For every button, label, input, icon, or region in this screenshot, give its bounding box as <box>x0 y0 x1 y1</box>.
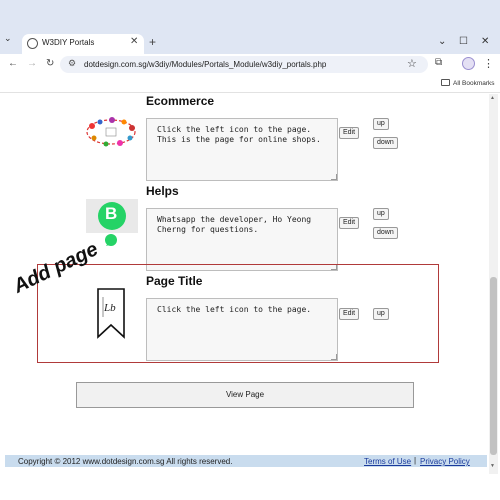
profile-avatar[interactable] <box>462 57 475 70</box>
footer-separator: | <box>414 456 417 465</box>
terms-link[interactable]: Terms of Use <box>364 457 411 466</box>
section-title-helps: Helps <box>146 184 179 198</box>
down-button[interactable]: down <box>373 137 398 149</box>
down-button[interactable]: down <box>373 227 398 239</box>
edit-button[interactable]: Edit <box>339 217 360 229</box>
up-button[interactable]: up <box>373 308 389 320</box>
edit-button[interactable]: Edit <box>339 308 360 320</box>
resize-grip-icon[interactable] <box>331 354 337 360</box>
folder-icon[interactable] <box>441 79 450 86</box>
site-info-icon[interactable]: ⚙ <box>68 58 76 69</box>
tab-strip <box>0 0 500 34</box>
minimize-icon[interactable]: ⌄ <box>438 36 446 47</box>
bookmark-ribbon-icon[interactable]: Lb <box>96 287 126 344</box>
tab-close-icon[interactable]: ✕ <box>130 36 138 47</box>
tab-title: W3DIY Portals <box>42 38 95 47</box>
resize-grip-icon[interactable] <box>331 174 337 180</box>
copyright-text: Copyright © 2012 www.dotdesign.com.sg Al… <box>18 457 233 466</box>
description-helps[interactable]: Whatsapp the developer, Ho Yeong Cherng … <box>146 208 338 271</box>
new-tab-icon[interactable]: + <box>149 35 156 49</box>
extensions-icon[interactable]: ⧉ <box>435 57 442 68</box>
whatsapp-letter: B <box>105 204 118 223</box>
reload-icon[interactable]: ↻ <box>46 58 54 69</box>
url-text[interactable]: dotdesign.com.sg/w3diy/Modules/Portals_M… <box>84 60 326 69</box>
globe-icon <box>27 38 38 49</box>
scroll-up-icon[interactable]: ▲ <box>490 95 495 101</box>
edit-button[interactable]: Edit <box>339 127 360 139</box>
bookmark-star-icon[interactable]: ☆ <box>407 57 417 70</box>
description-page-title[interactable]: Click the left icon to the page. <box>146 298 338 361</box>
scrollbar-thumb[interactable] <box>490 277 497 455</box>
up-button[interactable]: up <box>373 118 389 130</box>
bookmarks-bar <box>0 77 500 93</box>
window-close-icon[interactable]: ✕ <box>481 36 489 47</box>
menu-icon[interactable]: ⋮ <box>483 57 494 70</box>
up-button[interactable]: up <box>373 208 389 220</box>
maximize-icon[interactable]: ☐ <box>459 36 468 47</box>
section-title-ecommerce: Ecommerce <box>146 94 215 108</box>
all-bookmarks-link[interactable]: All Bookmarks <box>453 80 495 87</box>
view-page-button[interactable]: View Page <box>76 382 414 408</box>
description-ecommerce[interactable]: Click the left icon to the page. This is… <box>146 118 338 181</box>
section-title-page-title: Page Title <box>146 274 203 288</box>
back-icon[interactable]: ← <box>8 58 18 69</box>
scroll-down-icon[interactable]: ▼ <box>490 463 495 469</box>
ecommerce-icon[interactable] <box>84 114 138 155</box>
forward-icon[interactable]: → <box>27 58 37 69</box>
tab-search-chevron-icon[interactable]: ⌄ <box>4 33 12 44</box>
privacy-link[interactable]: Privacy Policy <box>420 457 470 466</box>
svg-text:Lb: Lb <box>103 302 116 314</box>
